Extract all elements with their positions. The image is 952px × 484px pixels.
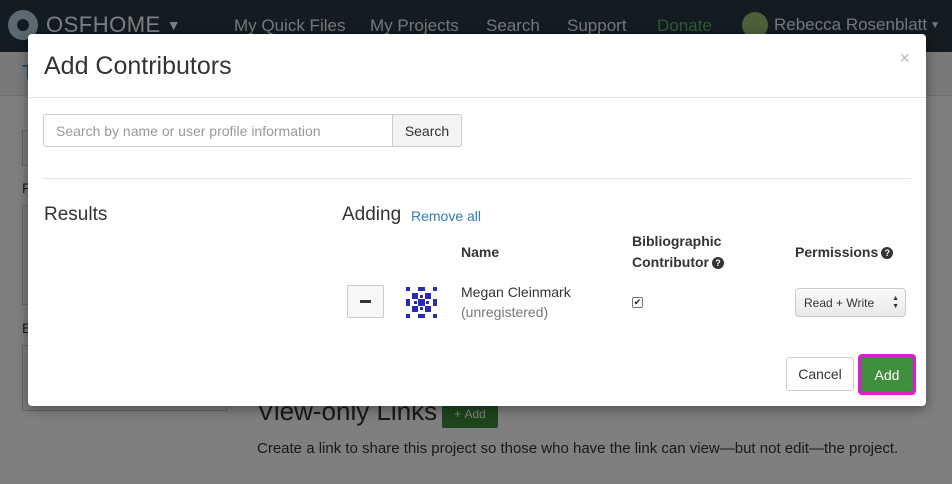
question-icon[interactable]: ? bbox=[881, 247, 894, 260]
column-header-permissions: Permissions? bbox=[795, 242, 894, 263]
question-icon[interactable]: ? bbox=[711, 257, 724, 270]
select-arrows-icon: ▲ ▼ bbox=[892, 295, 899, 310]
permissions-select[interactable]: Read + Write ▲ ▼ bbox=[795, 288, 906, 317]
contributor-status: (unregistered) bbox=[461, 304, 549, 320]
permissions-label: Permissions bbox=[795, 244, 879, 260]
results-heading: Results bbox=[44, 204, 108, 225]
bibliographic-label-line2: Contributor bbox=[632, 254, 709, 270]
modal-title: Add Contributors bbox=[44, 52, 232, 80]
modal-header: Add Contributors × bbox=[28, 34, 926, 98]
add-contributors-modal: Add Contributors × Search Results Adding… bbox=[28, 34, 926, 406]
contributor-name: Megan Cleinmark bbox=[461, 284, 571, 300]
cancel-button[interactable]: Cancel bbox=[786, 357, 854, 391]
column-header-name: Name bbox=[461, 244, 500, 260]
search-input[interactable] bbox=[43, 114, 393, 147]
remove-contributor-button[interactable] bbox=[347, 285, 384, 318]
divider bbox=[43, 178, 911, 179]
search-button[interactable]: Search bbox=[392, 114, 462, 147]
bibliographic-label-line1: Bibliographic bbox=[632, 233, 722, 249]
bibliographic-checkbox[interactable]: ✔ bbox=[632, 297, 643, 308]
minus-icon bbox=[360, 300, 371, 303]
remove-all-link[interactable]: Remove all bbox=[411, 208, 481, 224]
adding-heading: Adding bbox=[342, 204, 402, 225]
contributor-identicon bbox=[404, 285, 439, 320]
column-header-bibliographic: Bibliographic Contributor? bbox=[632, 231, 724, 273]
add-button-label: Add bbox=[862, 358, 912, 391]
close-icon[interactable]: × bbox=[899, 48, 910, 69]
add-button[interactable]: Add bbox=[858, 354, 916, 395]
permissions-value: Read + Write bbox=[804, 295, 875, 310]
